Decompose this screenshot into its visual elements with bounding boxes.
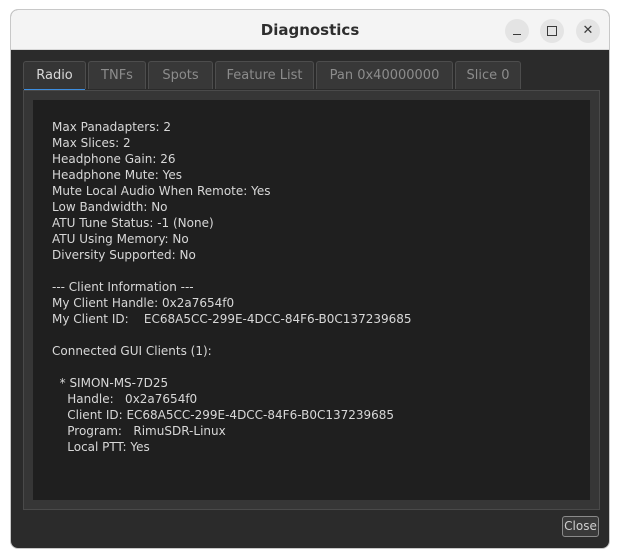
text-line: My Client Handle: 0x2a7654f0 (52, 296, 235, 310)
maximize-button[interactable] (540, 19, 564, 43)
text-line (52, 327, 590, 343)
text-line: Handle: 0x2a7654f0 (52, 392, 198, 406)
text-line: Connected GUI Clients (1): (52, 344, 212, 358)
text-line: Local PTT: Yes (52, 440, 150, 454)
text-line: Client ID: EC68A5CC-299E-4DCC-84F6-B0C13… (52, 408, 395, 422)
tab-label: Radio (36, 68, 73, 83)
tab-feature-list[interactable]: Feature List (215, 61, 314, 89)
tab-pan[interactable]: Pan 0x40000000 (316, 61, 453, 89)
tab-radio[interactable]: Radio (23, 61, 86, 91)
text-line: Headphone Mute: Yes (52, 168, 183, 182)
text-line: My Client ID: EC68A5CC-299E-4DCC-84F6-B0… (52, 312, 412, 326)
diagnostics-window: Diagnostics ✕ Radio TNFs Spots Feature L… (10, 9, 610, 549)
window-close-button[interactable]: ✕ (576, 19, 600, 43)
minimize-button[interactable] (505, 19, 529, 43)
title-bar[interactable]: Diagnostics ✕ (11, 10, 609, 50)
tab-tnfs[interactable]: TNFs (88, 61, 146, 89)
diagnostics-text-area[interactable]: Max Panadapters: 2 Max Slices: 2 Headpho… (33, 100, 590, 500)
text-line (52, 359, 590, 375)
text-line: Program: RimuSDR-Linux (52, 424, 226, 438)
tab-label: Slice 0 (466, 68, 510, 83)
text-line: Low Bandwidth: No (52, 200, 168, 214)
text-line: * SIMON-MS-7D25 (52, 376, 169, 390)
tab-label: Spots (162, 68, 199, 83)
text-line: ATU Using Memory: No (52, 232, 189, 246)
close-icon: ✕ (582, 23, 594, 38)
text-line: ATU Tune Status: -1 (None) (52, 216, 214, 230)
close-button[interactable]: Close (562, 516, 599, 537)
tab-spots[interactable]: Spots (148, 61, 213, 89)
tab-label: Feature List (226, 68, 303, 83)
maximize-icon (547, 26, 557, 36)
minimize-icon (513, 34, 521, 35)
text-line: Max Panadapters: 2 (52, 120, 171, 134)
tab-label: Pan 0x40000000 (329, 68, 440, 83)
tab-label: TNFs (101, 68, 133, 83)
tab-slice[interactable]: Slice 0 (455, 61, 521, 89)
text-line: --- Client Information --- (52, 280, 194, 294)
text-line: Diversity Supported: No (52, 248, 196, 262)
text-line (52, 263, 590, 279)
tab-panel: Max Panadapters: 2 Max Slices: 2 Headpho… (23, 90, 600, 510)
text-line: Mute Local Audio When Remote: Yes (52, 184, 271, 198)
text-line: Headphone Gain: 26 (52, 152, 176, 166)
text-line: Max Slices: 2 (52, 136, 131, 150)
